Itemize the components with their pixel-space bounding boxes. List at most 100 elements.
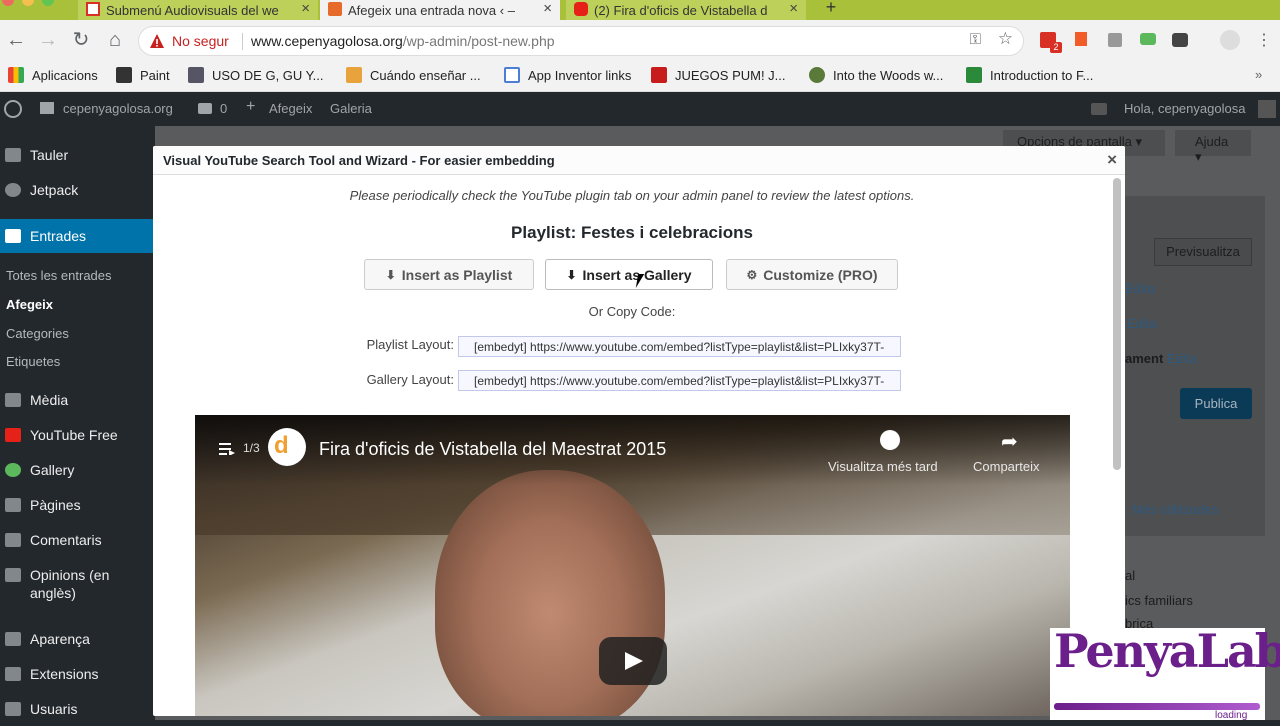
address-bar[interactable]: No segur www.cepenyagolosa.org/wp-admin/…: [138, 26, 1024, 56]
user-greeting[interactable]: Hola, cepenyagolosa: [1124, 101, 1245, 116]
watch-later-label[interactable]: Visualitza més tard: [828, 459, 938, 474]
sidebar-item-pages[interactable]: Pàgines: [0, 488, 155, 522]
bookmark-icon: [966, 67, 982, 83]
gmail-icon: [86, 2, 100, 16]
tab-gmail[interactable]: Submenú Audiovisuals del we ×: [78, 0, 318, 20]
youtube-player[interactable]: 1/3 d Fira d'oficis de Vistabella del Ma…: [195, 415, 1070, 716]
sidebar-item-tauler[interactable]: Tauler: [0, 138, 155, 172]
most-used-tab[interactable]: Més utilitzades: [1132, 502, 1218, 517]
sidebar-item-media[interactable]: Mèdia: [0, 383, 155, 417]
edit-link[interactable]: Edita: [1167, 351, 1197, 366]
bookmark-extension-icon[interactable]: [1075, 32, 1087, 46]
preview-button[interactable]: Previsualitza: [1154, 238, 1252, 266]
bookmark-cuando[interactable]: Cuándo enseñar ...: [346, 67, 481, 83]
bookmark-label: Paint: [140, 67, 170, 83]
notification-icon[interactable]: [1091, 103, 1107, 115]
bookmark-appinventor[interactable]: App Inventor links: [504, 67, 631, 83]
reader-extension-icon[interactable]: [1108, 33, 1122, 47]
close-tab-icon[interactable]: ×: [789, 0, 798, 17]
users-icon: [5, 702, 21, 716]
bookmark-paint[interactable]: Paint: [116, 67, 170, 83]
reload-button[interactable]: ↻: [70, 28, 92, 52]
bookmark-icon: [346, 67, 362, 83]
sidebar-item-youtube[interactable]: YouTube Free: [0, 418, 155, 452]
bookmark-juegos[interactable]: JUEGOS PUM! J...: [651, 67, 786, 83]
channel-logo-icon: d: [274, 432, 289, 459]
playlist-layout-field[interactable]: [embedyt] https://www.youtube.com/embed?…: [458, 336, 901, 357]
sidebar-item-comments[interactable]: Comentaris: [0, 523, 155, 557]
bookmark-icon: [651, 67, 667, 83]
bookmark-woods[interactable]: Into the Woods w...: [809, 67, 943, 83]
close-tab-icon[interactable]: ×: [543, 0, 552, 17]
profile-avatar[interactable]: [1220, 30, 1240, 50]
channel-avatar[interactable]: d: [268, 428, 306, 466]
back-button[interactable]: ←: [5, 28, 27, 52]
bookmarks-overflow-icon[interactable]: »: [1255, 67, 1262, 82]
comment-count: 0: [220, 101, 228, 116]
url-text[interactable]: www.cepenyagolosa.org/wp-admin/post-new.…: [251, 33, 555, 49]
star-icon[interactable]: ☆: [998, 29, 1013, 49]
bookmark-apps[interactable]: Aplicacions: [8, 67, 98, 83]
schedule-label: ament: [1125, 351, 1164, 366]
menu-dots-icon[interactable]: ⋮: [1256, 30, 1272, 50]
sidebar-item-jetpack[interactable]: Jetpack: [0, 173, 155, 207]
sidebar-item-appearance[interactable]: Aparença: [0, 622, 155, 656]
submenu-add-new[interactable]: Afegeix: [6, 297, 53, 312]
bookmark-icon: [188, 67, 204, 83]
site-name[interactable]: cepenyagolosa.org: [63, 101, 173, 116]
edit-link[interactable]: Edita: [1127, 316, 1157, 331]
sidebar-item-label: Tauler: [30, 147, 69, 163]
minimize-window-icon[interactable]: [22, 0, 34, 6]
playlist-icon[interactable]: [219, 443, 235, 455]
or-copy-label: Or Copy Code:: [588, 304, 676, 319]
sidebar-item-opinions[interactable]: Opinions (en anglès): [0, 558, 135, 606]
user-avatar[interactable]: [1258, 100, 1276, 118]
home-button[interactable]: ⌂: [104, 28, 126, 52]
sidebar-item-plugins[interactable]: Extensions: [0, 657, 155, 691]
gallery-link[interactable]: Galeria: [330, 101, 372, 116]
key-icon[interactable]: ⚿: [970, 31, 981, 48]
comment-icon[interactable]: [198, 103, 212, 114]
tab-youtube[interactable]: (2) Fira d'oficis de Vistabella d ×: [566, 0, 806, 20]
modal-scrollbar[interactable]: [1113, 178, 1121, 470]
gallery-layout-field[interactable]: [embedyt] https://www.youtube.com/embed?…: [458, 370, 901, 391]
edit-link[interactable]: Edita: [1125, 281, 1155, 296]
publish-button[interactable]: Publica: [1180, 388, 1252, 419]
wordpress-icon: [328, 2, 342, 16]
pages-icon: [5, 498, 21, 512]
insert-playlist-button[interactable]: ⬇ Insert as Playlist: [364, 259, 534, 290]
new-tab-button[interactable]: +: [820, 0, 842, 18]
customize-pro-button[interactable]: ⚙ Customize (PRO): [726, 259, 898, 290]
clock-icon[interactable]: [880, 430, 900, 450]
category-item[interactable]: ics familiars: [1125, 593, 1193, 608]
url-host: www.cepenyagolosa.org: [251, 33, 403, 49]
tab-wordpress[interactable]: Afegeix una entrada nova ‹ – ×: [320, 0, 560, 20]
bookmark-uso[interactable]: USO DE G, GU Y...: [188, 67, 324, 83]
close-icon[interactable]: ×: [1107, 150, 1117, 170]
close-window-icon[interactable]: [2, 0, 14, 6]
wordpress-logo-icon[interactable]: [4, 100, 22, 118]
bookmark-label: Introduction to F...: [990, 67, 1094, 83]
forward-button[interactable]: →: [37, 28, 59, 52]
submenu-all-posts[interactable]: Totes les entrades: [6, 268, 112, 283]
insert-gallery-button[interactable]: ⬇ Insert as Gallery: [545, 259, 713, 290]
play-button[interactable]: [599, 637, 667, 685]
sidebar-item-gallery[interactable]: Gallery: [0, 453, 155, 487]
sidebar-item-entrades[interactable]: Entrades: [0, 219, 155, 253]
dashboard-icon: [5, 148, 21, 162]
maximize-window-icon[interactable]: [42, 0, 54, 6]
pocket-extension-icon[interactable]: [1172, 33, 1188, 47]
category-item[interactable]: al: [1125, 568, 1135, 583]
screen-extension-icon[interactable]: [1140, 33, 1156, 45]
security-label[interactable]: No segur: [172, 33, 229, 49]
new-content-link[interactable]: Afegeix: [269, 101, 312, 116]
close-tab-icon[interactable]: ×: [301, 0, 310, 17]
share-icon[interactable]: ➦: [1001, 429, 1018, 454]
submenu-categories[interactable]: Categories: [6, 326, 69, 341]
share-label[interactable]: Comparteix: [973, 459, 1039, 474]
bookmark-intro[interactable]: Introduction to F...: [966, 67, 1093, 83]
help-button[interactable]: Ajuda ▾: [1175, 130, 1251, 164]
sidebar-item-users[interactable]: Usuaris: [0, 692, 155, 726]
submenu-tags[interactable]: Etiquetes: [6, 354, 60, 369]
video-title[interactable]: Fira d'oficis de Vistabella del Maestrat…: [319, 439, 666, 460]
